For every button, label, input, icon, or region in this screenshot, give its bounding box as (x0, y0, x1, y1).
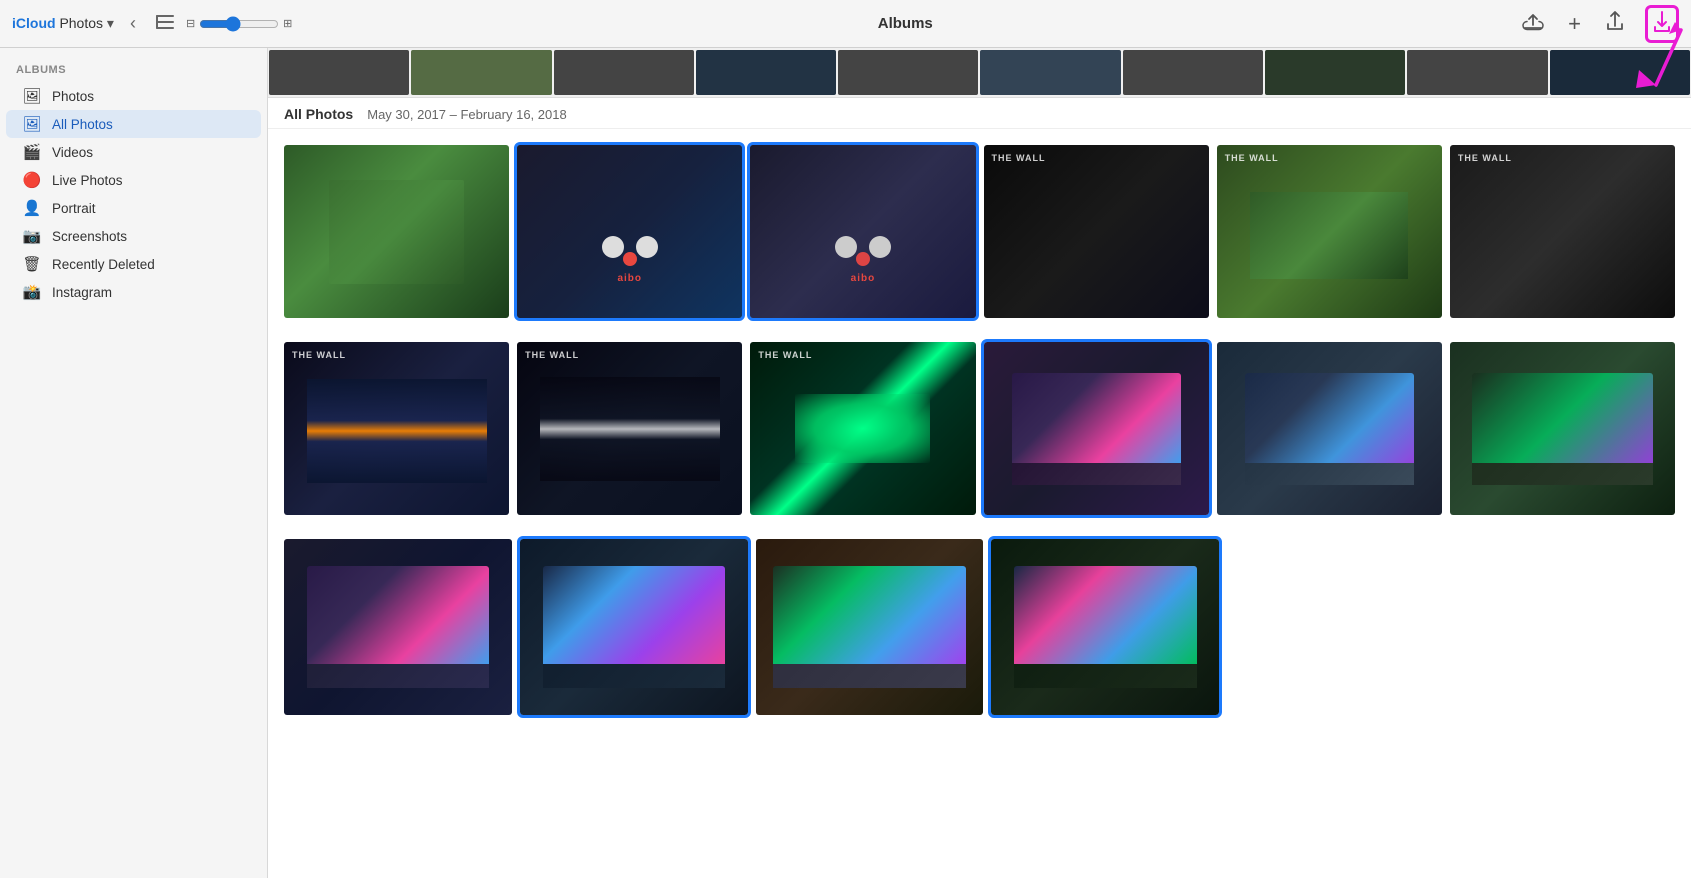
photo-cell[interactable] (984, 342, 1209, 515)
photo-cell[interactable] (284, 539, 512, 714)
strip-photo[interactable] (411, 50, 551, 95)
sidebar-item-portrait[interactable]: 👤 Portrait (6, 194, 261, 222)
sidebar: Albums 🖼 Photos 🖼 All Photos 🎬 Videos 🔴 … (0, 48, 268, 878)
sidebar-item-recently-deleted-label: Recently Deleted (52, 257, 155, 272)
strip-photo[interactable] (1265, 50, 1405, 95)
sidebar-toggle-button[interactable] (152, 11, 178, 36)
content-tab-label: All Photos (284, 106, 353, 122)
sidebar-item-photos[interactable]: 🖼 Photos (6, 82, 261, 110)
portrait-icon: 👤 (22, 199, 42, 217)
content-header: All Photos May 30, 2017 – February 16, 2… (268, 98, 1691, 129)
content-date-range: May 30, 2017 – February 16, 2018 (367, 107, 566, 122)
zoom-in-icon: ⊞ (283, 17, 292, 30)
photo-row-3 (284, 539, 1675, 714)
recently-deleted-icon: 🗑 (22, 255, 42, 273)
sidebar-item-portrait-label: Portrait (52, 201, 96, 216)
instagram-icon: 📸 (22, 283, 42, 301)
screenshots-icon: 📷 (22, 227, 42, 245)
sidebar-item-instagram[interactable]: 📸 Instagram (6, 278, 261, 306)
sidebar-item-all-photos-label: All Photos (52, 117, 113, 132)
zoom-out-icon: ⊟ (186, 17, 195, 30)
sidebar-section-label: Albums (0, 60, 267, 82)
strip-photo[interactable] (1550, 50, 1690, 95)
photo-strip (268, 48, 1691, 98)
sidebar-item-live-photos-label: Live Photos (52, 173, 123, 188)
photo-cell[interactable] (1217, 342, 1442, 515)
photo-cell[interactable]: THE WALL (1450, 145, 1675, 318)
upload-to-cloud-button[interactable] (1518, 7, 1548, 41)
strip-photo[interactable] (1407, 50, 1547, 95)
photo-cell[interactable]: THE WALL (750, 342, 975, 515)
strip-photo[interactable] (269, 50, 409, 95)
main-layout: Albums 🖼 Photos 🖼 All Photos 🎬 Videos 🔴 … (0, 48, 1691, 878)
share-button[interactable] (1601, 6, 1629, 42)
photo-cell[interactable]: aibo (750, 145, 975, 318)
sidebar-item-videos-label: Videos (52, 145, 93, 160)
photo-cell[interactable]: THE WALL (517, 342, 742, 515)
sidebar-item-instagram-label: Instagram (52, 285, 112, 300)
sidebar-item-live-photos[interactable]: 🔴 Live Photos (6, 166, 261, 194)
strip-photo[interactable] (1123, 50, 1263, 95)
strip-photo[interactable] (980, 50, 1120, 95)
photo-content-area: All Photos May 30, 2017 – February 16, 2… (268, 48, 1691, 878)
photo-cell[interactable] (1450, 342, 1675, 515)
photo-cell[interactable]: aibo (517, 145, 742, 318)
sidebar-item-screenshots[interactable]: 📷 Screenshots (6, 222, 261, 250)
app-logo: iCloud Photos ▾ (12, 15, 114, 32)
strip-photo[interactable] (554, 50, 694, 95)
photo-cell[interactable] (756, 539, 984, 714)
sidebar-item-recently-deleted[interactable]: 🗑 Recently Deleted (6, 250, 261, 278)
sidebar-item-all-photos[interactable]: 🖼 All Photos (6, 110, 261, 138)
add-button[interactable]: + (1564, 7, 1585, 41)
photo-cell[interactable] (284, 145, 509, 318)
zoom-control: ⊟ ⊞ (186, 16, 292, 32)
toolbar-left: iCloud Photos ▾ ‹ ⊟ ⊞ (12, 9, 292, 38)
strip-photo[interactable] (696, 50, 836, 95)
sidebar-item-screenshots-label: Screenshots (52, 229, 127, 244)
photo-cell[interactable] (991, 539, 1219, 714)
photos-icon: 🖼 (22, 87, 42, 105)
photo-cell[interactable] (520, 539, 748, 714)
zoom-slider[interactable] (199, 16, 279, 32)
toolbar: iCloud Photos ▾ ‹ ⊟ ⊞ Albums + (0, 0, 1691, 48)
download-button[interactable] (1645, 5, 1679, 43)
photo-cell[interactable]: THE WALL (1217, 145, 1442, 318)
sidebar-item-photos-label: Photos (52, 89, 94, 104)
all-photos-icon: 🖼 (22, 115, 42, 133)
sidebar-item-videos[interactable]: 🎬 Videos (6, 138, 261, 166)
strip-photo[interactable] (838, 50, 978, 95)
videos-icon: 🎬 (22, 143, 42, 161)
toolbar-right: + (1518, 5, 1679, 43)
photo-cell[interactable]: THE WALL (284, 342, 509, 515)
photo-grid: aibo aibo THE WALL (268, 129, 1691, 731)
live-photos-icon: 🔴 (22, 171, 42, 189)
photo-cell[interactable]: THE WALL (984, 145, 1209, 318)
photo-row-2: THE WALL THE WALL THE WALL (284, 342, 1675, 515)
toolbar-title: Albums (304, 15, 1506, 32)
back-button[interactable]: ‹ (122, 9, 144, 38)
photo-row-1: aibo aibo THE WALL (284, 145, 1675, 318)
